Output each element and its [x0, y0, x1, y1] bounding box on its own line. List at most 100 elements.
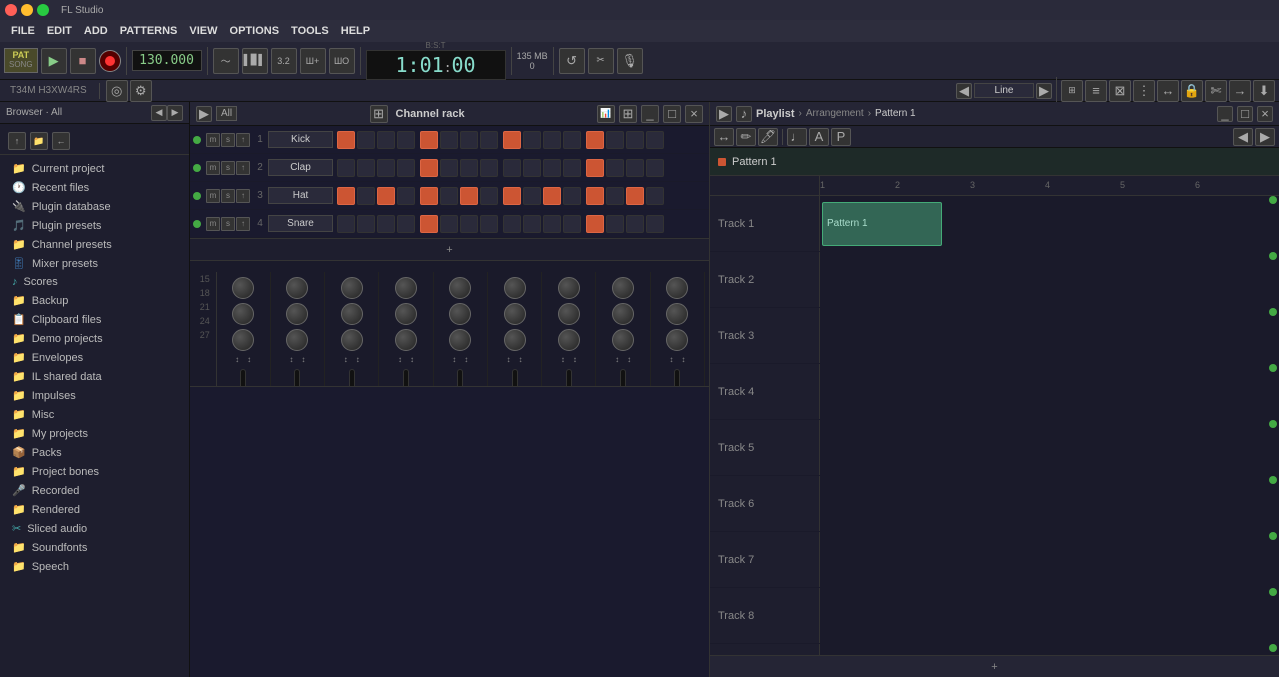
step-3-15[interactable] [646, 187, 664, 205]
mixer-knob-7-0[interactable] [612, 277, 634, 299]
mixer-fader-track-3[interactable] [403, 369, 409, 387]
ch-solo-3[interactable]: s [221, 189, 235, 203]
sidebar-item-plugin-database[interactable]: 🔌Plugin database [0, 197, 189, 216]
track-content-3[interactable] [820, 308, 1279, 363]
play-button[interactable]: ▶ [41, 48, 67, 74]
mixer-fader-track-0[interactable] [240, 369, 246, 387]
mixer-knob-6-2[interactable] [558, 329, 580, 351]
pl-pat-mode[interactable]: P [831, 128, 851, 146]
mixer-knob-2-1[interactable] [341, 303, 363, 325]
mixer-knob-3-0[interactable] [395, 277, 417, 299]
knob-icon[interactable]: ◎ [106, 80, 128, 102]
step-4-10[interactable] [543, 215, 561, 233]
step-3-3[interactable] [397, 187, 415, 205]
cr-close-icon[interactable]: × [685, 105, 703, 123]
mixer-fader-track-1[interactable] [294, 369, 300, 387]
step-1-11[interactable] [563, 131, 581, 149]
menu-options[interactable]: OPTIONS [224, 23, 286, 39]
step-2-2[interactable] [377, 159, 395, 177]
sidebar-item-rendered[interactable]: 📁Rendered [0, 500, 189, 519]
mixer-knob-1-0[interactable] [286, 277, 308, 299]
sidebar-item-envelopes[interactable]: 📁Envelopes [0, 348, 189, 367]
mixer-knob-5-1[interactable] [504, 303, 526, 325]
channel-btn[interactable]: ⋮ [1133, 80, 1155, 102]
mixer-fader-track-6[interactable] [566, 369, 572, 387]
mixer-knob-8-1[interactable] [666, 303, 688, 325]
mixer-knob-1-1[interactable] [286, 303, 308, 325]
mixer-knob-6-1[interactable] [558, 303, 580, 325]
channel-scrollbar[interactable] [190, 260, 709, 268]
step-2-1[interactable] [357, 159, 375, 177]
lock-icon[interactable]: 🔒 [1181, 80, 1203, 102]
undo-icon[interactable]: ↺ [559, 48, 585, 74]
sidebar-item-mixer-presets[interactable]: 🎚Mixer presets [0, 254, 189, 273]
step-4-11[interactable] [563, 215, 581, 233]
mixer-knob-3-2[interactable] [395, 329, 417, 351]
step-4-5[interactable] [440, 215, 458, 233]
step-4-13[interactable] [606, 215, 624, 233]
menu-view[interactable]: VIEW [183, 23, 223, 39]
step-1-4[interactable] [420, 131, 438, 149]
step-4-7[interactable] [480, 215, 498, 233]
step-1-3[interactable] [397, 131, 415, 149]
sidebar-item-backup[interactable]: 📁Backup [0, 291, 189, 310]
pl-tb-pencil[interactable]: ✏ [736, 128, 756, 146]
step-2-15[interactable] [646, 159, 664, 177]
pl-scroll-right[interactable]: ▶ [1255, 128, 1275, 146]
step-3-7[interactable] [480, 187, 498, 205]
arrow-icon[interactable]: → [1229, 80, 1251, 102]
pan-icon[interactable]: ⚙ [130, 80, 152, 102]
sidebar-item-channel-presets[interactable]: 📁Channel presets [0, 235, 189, 254]
pl-minimize-btn[interactable]: _ [1217, 106, 1233, 122]
pl-note-mode[interactable]: ♩ [787, 128, 807, 146]
mixer-knob-5-2[interactable] [504, 329, 526, 351]
ch-solo-1[interactable]: s [221, 133, 235, 147]
eq-icon[interactable]: ▌▊▌ [242, 48, 268, 74]
step-4-2[interactable] [377, 215, 395, 233]
ch-name-3[interactable]: Hat [268, 187, 333, 204]
add-channel-btn[interactable]: + [190, 238, 709, 260]
step-2-0[interactable] [337, 159, 355, 177]
track-content-1[interactable]: Pattern 1 [820, 196, 1279, 251]
pl-tb-draw[interactable]: 🖊 [758, 128, 778, 146]
align-icon[interactable]: ≡ [1085, 80, 1107, 102]
track-content-9[interactable] [820, 644, 1279, 655]
ch-mute-3[interactable]: m [206, 189, 220, 203]
next-mode-btn[interactable]: ▶ [1036, 83, 1052, 99]
step-4-1[interactable] [357, 215, 375, 233]
sidebar-folder-icon[interactable]: 📁 [30, 132, 48, 150]
sidebar-item-il-shared-data[interactable]: 📁IL shared data [0, 367, 189, 386]
line-mode-select[interactable]: Line [974, 83, 1034, 98]
pattern-block-1[interactable]: Pattern 1 [822, 202, 942, 246]
track-content-7[interactable] [820, 532, 1279, 587]
sidebar-item-speech[interactable]: 📁Speech [0, 557, 189, 576]
mixer-fader-track-5[interactable] [512, 369, 518, 387]
snap-icon[interactable]: ⊠ [1109, 80, 1131, 102]
step-4-12[interactable] [586, 215, 604, 233]
track-content-8[interactable] [820, 588, 1279, 643]
sidebar-item-plugin-presets[interactable]: 🎵Plugin presets [0, 216, 189, 235]
step-4-8[interactable] [503, 215, 521, 233]
ch-name-1[interactable]: Kick [268, 131, 333, 148]
step-3-14[interactable] [626, 187, 644, 205]
mixer-knob-8-2[interactable] [666, 329, 688, 351]
step-4-15[interactable] [646, 215, 664, 233]
step-3-8[interactable] [503, 187, 521, 205]
sidebar-item-current-project[interactable]: 📁Current project [0, 159, 189, 178]
step-3-13[interactable] [606, 187, 624, 205]
step-1-10[interactable] [543, 131, 561, 149]
track-content-6[interactable] [820, 476, 1279, 531]
mixer-fader-track-2[interactable] [349, 369, 355, 387]
menu-tools[interactable]: TOOLS [285, 23, 335, 39]
step-2-14[interactable] [626, 159, 644, 177]
sidebar-item-clipboard-files[interactable]: 📋Clipboard files [0, 310, 189, 329]
step-1-0[interactable] [337, 131, 355, 149]
mixer-fader-track-7[interactable] [620, 369, 626, 387]
add-track-btn[interactable]: + [710, 655, 1279, 677]
step-2-3[interactable] [397, 159, 415, 177]
pl-close-btn[interactable]: × [1257, 106, 1273, 122]
split-icon[interactable]: ↔ [1157, 80, 1179, 102]
mixer-knob-6-0[interactable] [558, 277, 580, 299]
pl-arrow-icon[interactable]: ▶ [716, 106, 732, 122]
sidebar-collapse-btn[interactable]: ◀ [151, 105, 167, 121]
